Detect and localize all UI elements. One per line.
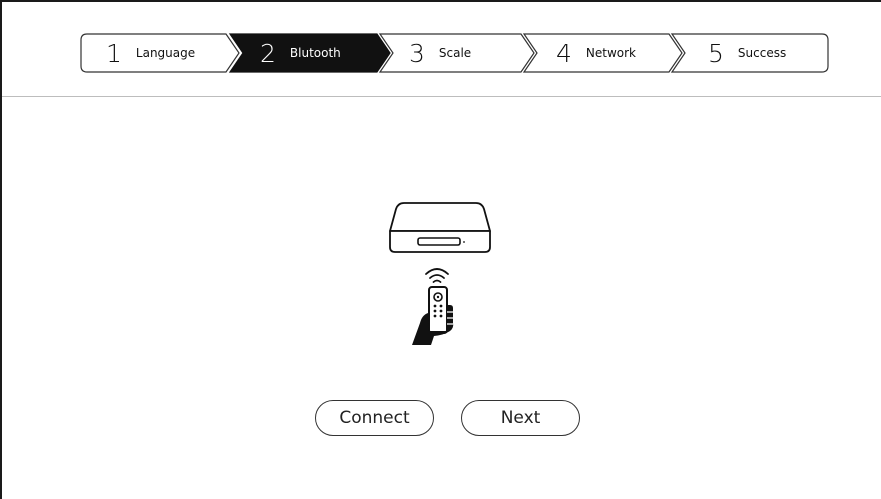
pairing-illustration [380,195,500,355]
next-button[interactable]: Next [461,400,580,436]
step-number: 5 [708,38,724,68]
hand-remote-icon [412,286,454,345]
connect-button[interactable]: Connect [315,400,434,436]
setup-wizard-steps: 1 Language 2 Blutooth 3 Scale 4 Network … [0,0,881,100]
step-bluetooth[interactable]: 2 Blutooth [260,34,341,72]
wifi-signal-icon [425,268,449,283]
step-number: 1 [106,38,122,68]
step-language[interactable]: 1 Language [106,34,195,72]
tv-box-icon [389,202,491,253]
step-label: Language [135,46,196,60]
step-number: 2 [260,38,276,68]
step-network[interactable]: 4 Network [556,34,636,72]
step-success[interactable]: 5 Success [708,34,786,72]
step-label: Success [737,46,787,60]
step-scale[interactable]: 3 Scale [409,34,471,72]
step-number: 4 [556,38,572,68]
step-label: Blutooth [289,46,341,60]
step-number: 3 [409,38,425,68]
step-label: Network [585,46,637,60]
header-divider [2,96,881,97]
step-label: Scale [438,46,472,60]
